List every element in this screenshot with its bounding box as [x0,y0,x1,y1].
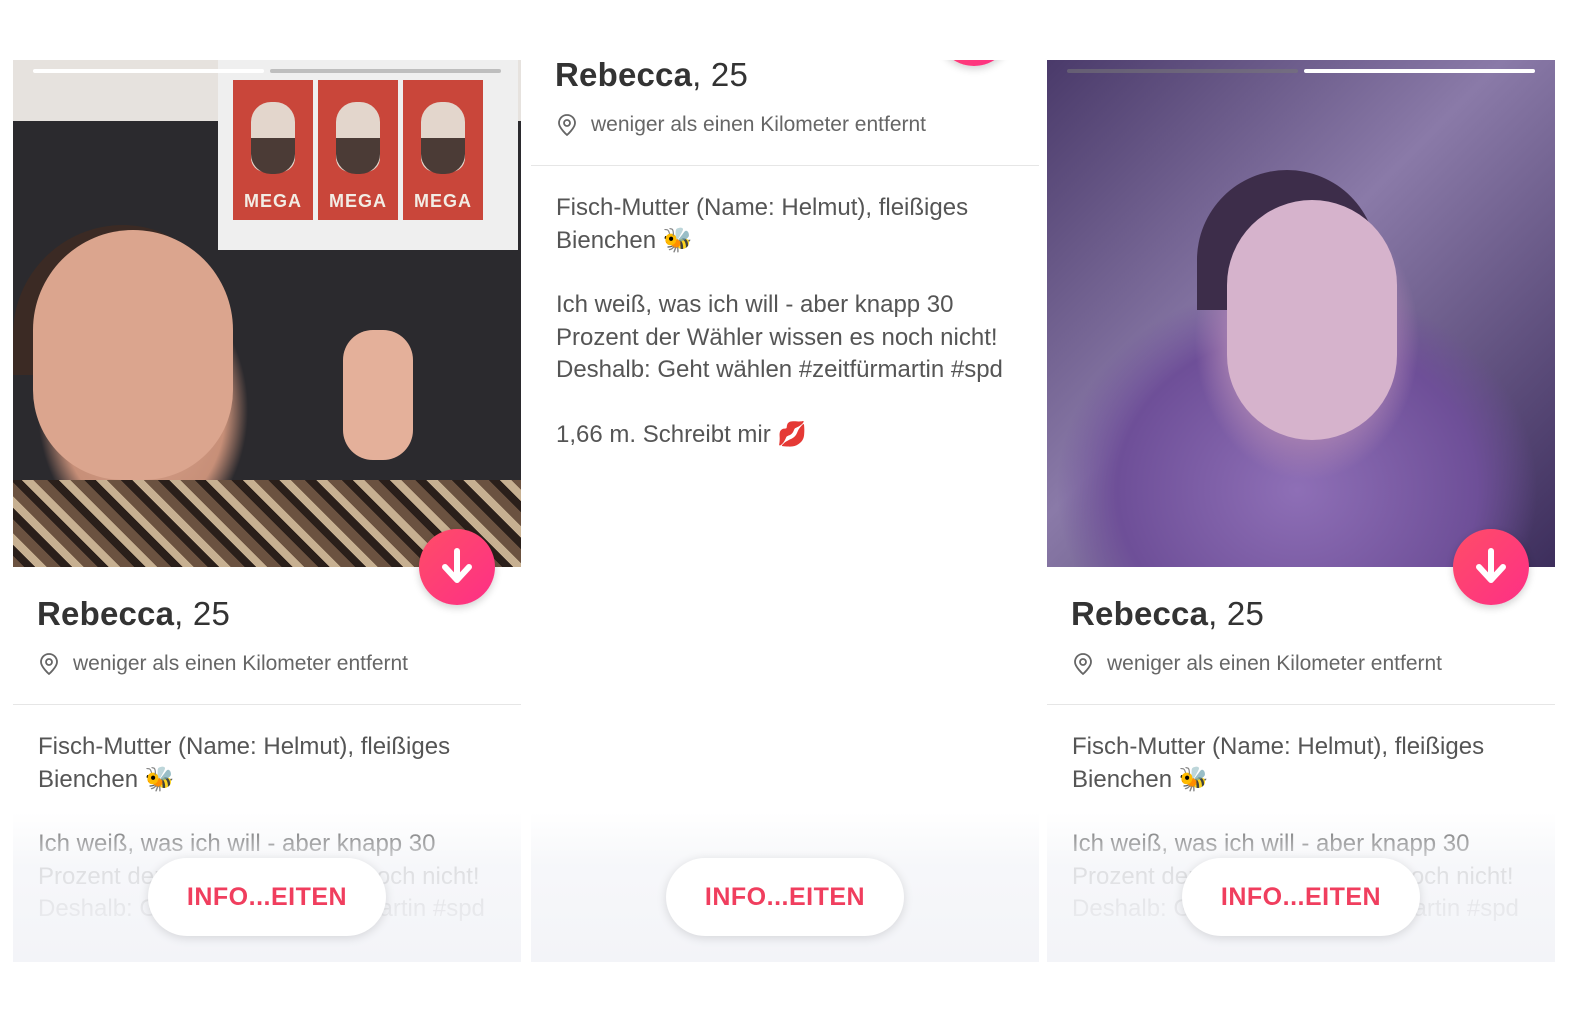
collapse-button[interactable] [419,529,495,605]
collapse-button[interactable] [936,60,1012,66]
arrow-down-icon [442,548,472,583]
location-pin-icon [1074,653,1092,675]
poster: MEGA [403,80,483,220]
more-info-button[interactable]: INFO...EITEN [1182,858,1420,936]
divider [1047,704,1555,705]
profile-name: Rebecca, 25 [555,60,748,93]
profile-card-left: MEGA MEGA MEGA Rebecca, 25 weniger als e… [13,60,521,962]
photo-progress-segment [270,69,501,73]
photo-progress-segment-active [33,69,264,73]
profile-card-right: Rebecca, 25 weniger als einen Kilometer … [1047,60,1555,962]
profile-name: Rebecca, 25 [37,595,230,632]
divider [13,704,521,705]
profile-name: Rebecca, 25 [1071,595,1264,632]
profile-bio: Fisch-Mutter (Name: Helmut), fleißiges B… [556,192,1026,483]
bio-paragraph: Fisch-Mutter (Name: Helmut), fleißiges B… [38,733,451,793]
bio-paragraph: Fisch-Mutter (Name: Helmut), fleißiges B… [1072,733,1485,793]
poster: MEGA [233,80,313,220]
divider [531,165,1039,166]
bio-paragraph: Fisch-Mutter (Name: Helmut), fleißiges B… [556,194,969,254]
location-pin-icon [40,653,58,675]
profile-distance: weniger als einen Kilometer entfernt [39,652,408,676]
bio-paragraph: 1,66 m. Schreibt mir 💋 [556,420,808,448]
poster-frame: MEGA MEGA MEGA [218,60,518,250]
profile-card-expanded: Rebecca, 25 weniger als einen Kilometer … [531,60,1039,962]
location-pin-icon [558,114,576,136]
collapse-button[interactable] [1453,529,1529,605]
arrow-down-icon [1476,548,1506,583]
more-info-button[interactable]: INFO...EITEN [148,858,386,936]
profile-distance: weniger als einen Kilometer entfernt [1073,652,1442,676]
more-info-button[interactable]: INFO...EITEN [666,858,904,936]
profile-photo[interactable]: MEGA MEGA MEGA [13,60,521,567]
photo-progress-segment-active [1304,69,1535,73]
poster: MEGA [318,80,398,220]
profile-distance: weniger als einen Kilometer entfernt [557,113,926,137]
profile-photo[interactable] [1047,60,1555,567]
photo-progress-segment [1067,69,1298,73]
bio-paragraph: Ich weiß, was ich will - aber knapp 30 P… [556,291,1003,383]
